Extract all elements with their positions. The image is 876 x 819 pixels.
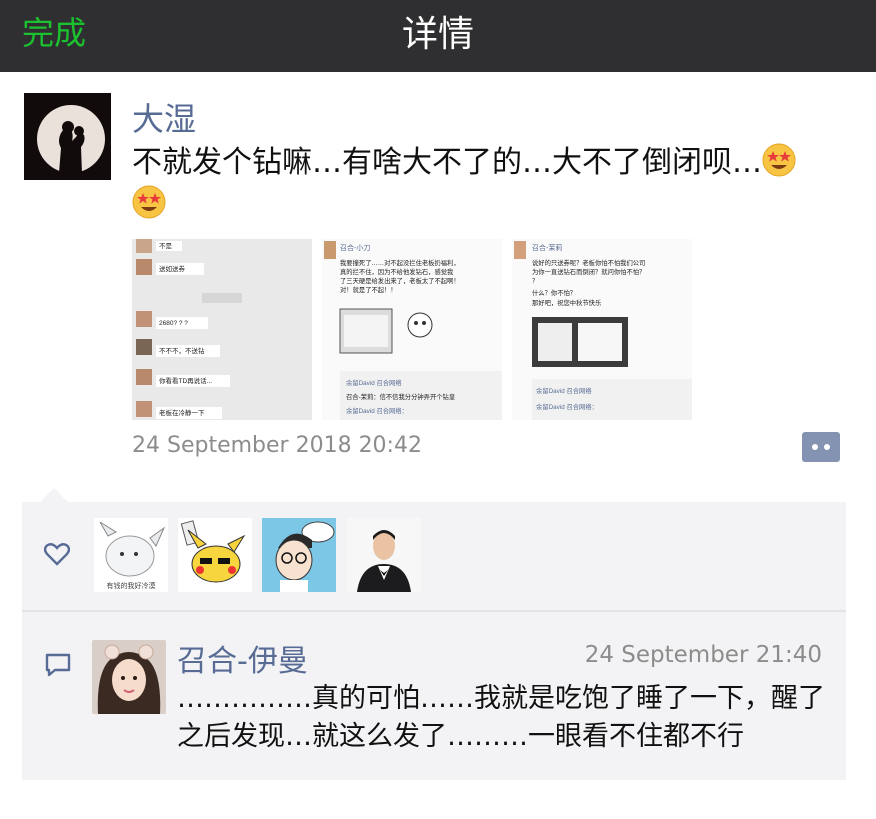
photo-grid: 不是 送如送券 2680? ? ? 不不不，不送钻 你看看TD再说话... 老板… bbox=[132, 239, 702, 420]
photo-2-footer-1: 余留David 召合网络 bbox=[346, 378, 402, 387]
photo-2-footer-3: 余留David 召合网络： bbox=[346, 406, 408, 415]
commenter-name[interactable]: 召合-伊曼 bbox=[177, 636, 308, 680]
post-timestamp: 24 September 2018 20:42 bbox=[132, 433, 422, 458]
heart-icon bbox=[44, 543, 70, 566]
photo-3-footer-2: 余留David 召合网络： bbox=[536, 402, 598, 411]
post-text-content: 不就发个钻嘛…有啥大不了的…大不了倒闭呗… bbox=[132, 145, 762, 180]
photo-thumbnail-3[interactable]: 召合-茉莉 说好的只送券呢？老板你怕不怕我们公司 为你一直送钻石而倒闭？就问你怕… bbox=[512, 239, 692, 420]
author-avatar[interactable] bbox=[24, 93, 111, 180]
photo-3-line-4: 什么？你不怕？ bbox=[532, 288, 576, 297]
photo-1-text-1: 不是 bbox=[159, 242, 173, 250]
photo-2-header: 召合-小刀 bbox=[340, 243, 370, 252]
navigation-bar: 完成 详情 bbox=[0, 0, 876, 72]
photo-1-text-6: 老板在冷静一下 bbox=[159, 408, 205, 417]
photo-3-line-3: ？ bbox=[532, 277, 538, 285]
star-eyes-emoji-icon bbox=[132, 185, 166, 219]
photo-2-line-3: 了三天硬是给发出来了，老板太了不起啊！ bbox=[340, 276, 460, 285]
photo-2-line-1: 我要撞死了……对不起没拦住老板扔福利， bbox=[340, 258, 460, 267]
photo-2-line-4: 对！就是了不起！！ bbox=[340, 285, 397, 294]
page-title: 详情 bbox=[401, 14, 474, 55]
photo-2-footer-2: 召合-茉莉：信不信我分分钟弄开个钻皇 bbox=[346, 392, 455, 401]
post-text: 不就发个钻嘛…有啥大不了的…大不了倒闭呗… bbox=[132, 142, 856, 226]
like-avatar-rabbit[interactable]: 有钱的我好冷漠 bbox=[94, 518, 168, 592]
like-avatar-pikachu[interactable] bbox=[178, 518, 252, 592]
photo-3-line-5: 那好吧，祝您中秋节快乐 bbox=[532, 298, 602, 307]
panel-caret bbox=[40, 488, 68, 502]
photo-3-line-1: 说好的只送券呢？老板你怕不怕我们公司 bbox=[532, 258, 645, 267]
like-avatar-man-in-suit[interactable] bbox=[347, 518, 421, 592]
photo-2-line-2: 真的拦不住，因为不给他发钻石，感觉我 bbox=[340, 267, 454, 276]
comment-bubble-icon bbox=[45, 653, 71, 677]
photo-3-header: 召合-茉莉 bbox=[532, 243, 562, 252]
comment-timestamp: 24 September 21:40 bbox=[584, 642, 822, 668]
photo-3-line-2: 为你一直送钻石而倒闭？就问你怕不怕？ bbox=[532, 267, 645, 276]
post-author-name[interactable]: 大湿 bbox=[132, 94, 196, 140]
photo-1-text-4: 不不不，不送钻 bbox=[159, 346, 205, 355]
photo-3-footer-1: 余留David 召合网络 bbox=[536, 386, 592, 395]
photo-1-text-3: 2680? ? ? bbox=[159, 320, 188, 327]
star-eyes-emoji-icon bbox=[762, 143, 796, 177]
like-avatar-cartoon-boy[interactable] bbox=[262, 518, 336, 592]
rabbit-caption: 有钱的我好冷漠 bbox=[107, 581, 156, 590]
photo-thumbnail-1[interactable]: 不是 送如送券 2680? ? ? 不不不，不送钻 你看看TD再说话... 老板… bbox=[132, 239, 312, 420]
commenter-avatar[interactable] bbox=[92, 640, 166, 714]
more-actions-icon[interactable] bbox=[802, 432, 840, 462]
comment-text[interactable]: ……………真的可怕……我就是吃饱了睡了一下，醒了之后发现…就这么发了………一眼看… bbox=[177, 680, 837, 756]
photo-1-text-2: 送如送券 bbox=[159, 264, 186, 273]
photo-1-text-5: 你看看TD再说话... bbox=[159, 376, 212, 385]
comments-panel: 召合-伊曼 24 September 21:40 ……………真的可怕……我就是吃… bbox=[22, 612, 846, 780]
likes-panel: 有钱的我好冷漠 bbox=[22, 502, 846, 610]
photo-thumbnail-2[interactable]: 召合-小刀 我要撞死了……对不起没拦住老板扔福利， 真的拦不住，因为不给他发钻石… bbox=[322, 239, 502, 420]
